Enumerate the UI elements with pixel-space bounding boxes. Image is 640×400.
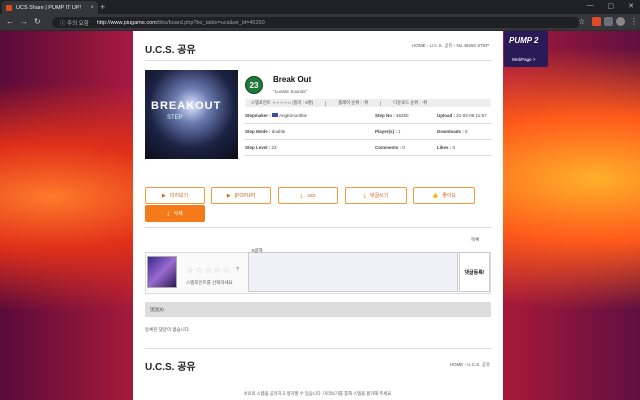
- rating-label: 스텝포인트를 선택하세요: [186, 280, 233, 285]
- footer-breadcrumb: HOME › U.C.S. 공유: [449, 362, 490, 367]
- empty-comments-message: 등록된 댓글이 없습니다.: [145, 327, 191, 332]
- comments-field: Comments : 0: [375, 145, 405, 150]
- stepno-field: Step No : 46250: [375, 113, 409, 118]
- download-icon: ⤓: [300, 192, 303, 199]
- new-tab-button[interactable]: +: [100, 2, 105, 12]
- list-button[interactable]: 목록: [471, 237, 479, 243]
- download-icon: ⤓: [167, 210, 170, 217]
- step-point-stat: 스텝포인트 ☆☆☆☆☆ (평가 : 0명): [251, 100, 314, 105]
- thumbs-up-icon: 👍: [431, 192, 439, 199]
- country-flag-icon: [272, 113, 279, 117]
- browser-tab-strip: UCS Share | PUMP IT UP! × + — ▢ ✕: [0, 0, 640, 14]
- comment-list-header: 댓글(0): [145, 302, 491, 317]
- minimize-icon[interactable]: —: [587, 2, 594, 10]
- url-host: http://www.piugame.com: [96, 19, 157, 26]
- divider: [145, 348, 491, 349]
- back-icon[interactable]: ←: [6, 17, 14, 26]
- song-title: Break Out: [273, 75, 312, 84]
- pump-logo[interactable]: PUMP 2 WebPage >: [504, 31, 548, 67]
- download-icon: ⤓: [363, 192, 366, 199]
- rating-hint: ?: [236, 267, 239, 273]
- bookmark-star-icon[interactable]: ☆: [578, 17, 585, 26]
- level-field: Step Level : 23: [245, 145, 277, 150]
- footer-title: U.C.S. 공유: [145, 362, 196, 373]
- rating-stars[interactable]: ☆☆☆☆☆: [186, 265, 231, 276]
- footer-note: 서로의 스텝을 공유하고 평가할 수 있습니다. 미리보기를 통해 스텝을 평가…: [243, 391, 393, 396]
- like-button[interactable]: 👍 좋아요: [413, 187, 475, 204]
- likes-field: Likes : 0: [437, 145, 456, 150]
- upload-field: Upload : 21-02-09 11:57: [437, 113, 487, 118]
- preview-button[interactable]: ▶ 미리보기: [145, 187, 205, 204]
- window-controls: — ▢ ✕: [587, 2, 635, 10]
- char-counter: 0글자: [252, 248, 263, 253]
- song-artist: "Lunatic Sounds": [273, 89, 308, 94]
- divider: [245, 139, 491, 140]
- url-path: /bbs/board.php?bo_table=ucs&wr_id=46250: [156, 19, 265, 26]
- tab-close-icon[interactable]: ×: [90, 5, 94, 11]
- mode-field: Step Mode : double: [245, 129, 286, 134]
- level-badge: 23: [245, 76, 263, 94]
- forward-icon[interactable]: →: [20, 17, 28, 26]
- address-bar[interactable]: ⓘ 주의 요함 http://www.piugame.com /bbs/boar…: [52, 17, 580, 28]
- play-icon: ▶: [226, 192, 231, 199]
- extension-icon[interactable]: [604, 17, 613, 26]
- site-favicon-icon: [6, 4, 12, 11]
- divider: [245, 155, 491, 156]
- webpage-link[interactable]: WebPage >: [512, 57, 536, 62]
- divider: [145, 60, 491, 61]
- page-title: U.C.S. 공유: [145, 45, 196, 56]
- browser-toolbar: ← → ↻ ⓘ 주의 요함 http://www.piugame.com /bb…: [0, 14, 640, 31]
- comment-textarea[interactable]: 0글자: [248, 248, 458, 292]
- user-avatar: [147, 256, 177, 288]
- popup-button[interactable]: ▶ [POPUP]: [211, 187, 271, 204]
- divider: [245, 123, 491, 124]
- delete-button[interactable]: ⤓ 삭제: [145, 205, 205, 222]
- ucs-download-button[interactable]: ⤓ .ucs: [278, 187, 338, 204]
- write-comment-button[interactable]: ⤓ 댓글쓰기: [345, 187, 407, 204]
- stat-separator: |: [325, 100, 327, 106]
- maximize-icon[interactable]: ▢: [608, 2, 615, 10]
- reload-icon[interactable]: ↻: [34, 17, 41, 26]
- tab-title: UCS Share | PUMP IT UP!: [16, 4, 82, 11]
- song-cover-image: BREAKOUT STEP: [145, 70, 238, 159]
- rating-stats-row: 스텝포인트 ☆☆☆☆☆ (평가 : 0명) | 플레이 순위 : -위 | 다운…: [245, 99, 491, 107]
- play-icon: ▶: [161, 192, 166, 199]
- not-secure-warning[interactable]: ⓘ 주의 요함: [60, 19, 89, 27]
- stepmaker-field: Stepmaker : AngKimoothie: [245, 113, 308, 118]
- breadcrumb: HOME › U.C.S. 공유 › No.46250 STEP: [412, 43, 489, 48]
- browser-tab[interactable]: UCS Share | PUMP IT UP! ×: [2, 1, 98, 14]
- close-window-icon[interactable]: ✕: [628, 2, 634, 10]
- stat-separator: |: [380, 100, 382, 106]
- downloads-field: Downloads : 0: [437, 129, 468, 134]
- logo-text: PUMP 2: [509, 36, 539, 45]
- extension-icon[interactable]: [592, 17, 601, 26]
- download-rank-stat: 다운로드 순위 : -위: [393, 100, 428, 105]
- profile-avatar[interactable]: [616, 17, 625, 26]
- content-panel: U.C.S. 공유 HOME › U.C.S. 공유 › No.46250 ST…: [133, 31, 503, 400]
- divider: [145, 227, 491, 228]
- play-rank-stat: 플레이 순위 : -위: [338, 100, 369, 105]
- cover-subtitle: STEP: [167, 115, 183, 121]
- menu-icon[interactable]: ⋮: [630, 17, 638, 26]
- submit-comment-button[interactable]: 댓글등록!: [459, 252, 490, 292]
- cover-title: BREAKOUT: [151, 100, 222, 112]
- players-field: Player(s) : 1: [375, 129, 401, 134]
